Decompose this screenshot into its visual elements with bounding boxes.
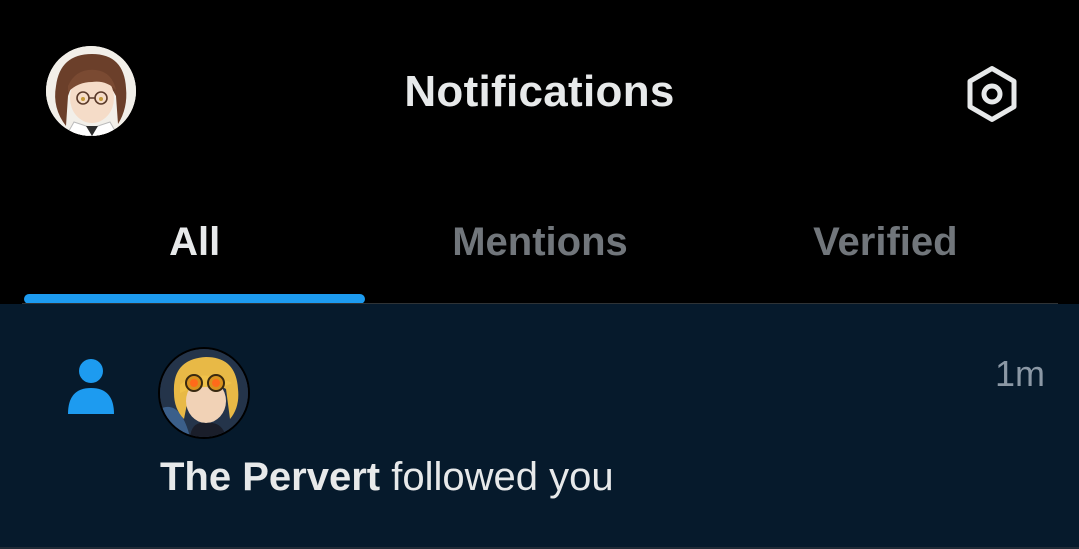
tab-verified[interactable]: Verified <box>713 180 1058 304</box>
notification-item[interactable]: 1m The Pervert followed you <box>0 304 1079 549</box>
page-title: Notifications <box>404 67 675 116</box>
tab-label: All <box>169 220 221 264</box>
gear-icon <box>967 66 1017 122</box>
follower-name[interactable]: The Pervert <box>160 455 380 499</box>
follower-avatar[interactable] <box>160 349 248 437</box>
notification-tabs: All Mentions Verified <box>22 180 1058 304</box>
settings-button[interactable] <box>958 60 1026 128</box>
top-header: Notifications <box>0 0 1079 180</box>
tab-mentions[interactable]: Mentions <box>367 180 712 304</box>
notification-time: 1m <box>994 353 1045 394</box>
notification-text: The Pervert followed you <box>160 452 614 502</box>
follower-avatar-image <box>160 349 248 437</box>
person-icon <box>68 359 114 414</box>
notification-action: followed you <box>380 455 614 499</box>
tab-all[interactable]: All <box>22 180 367 304</box>
notifications-screen: Notifications All Mentions Verified 1m T… <box>0 0 1079 549</box>
tab-label: Verified <box>813 220 958 264</box>
tab-label: Mentions <box>452 220 628 264</box>
